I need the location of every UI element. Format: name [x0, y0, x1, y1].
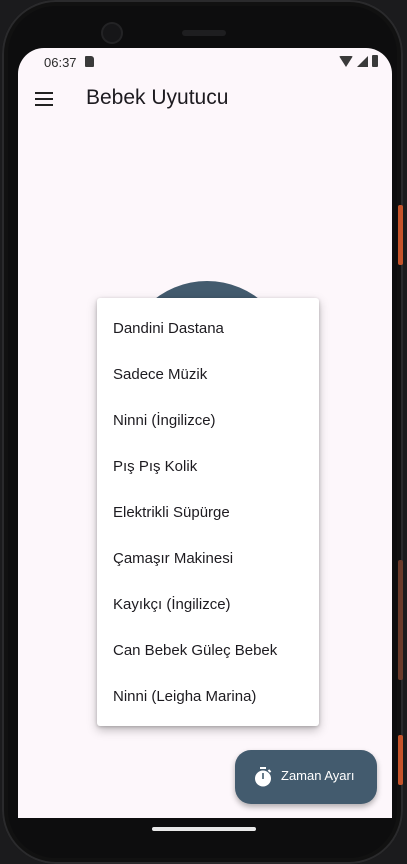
- app-bar: Bebek Uyutucu: [18, 76, 392, 126]
- menu-item-elektrikli-supurge[interactable]: Elektrikli Süpürge: [97, 490, 319, 536]
- home-indicator[interactable]: [152, 827, 256, 831]
- menu-item-dandini-dastana[interactable]: Dandini Dastana: [97, 306, 319, 352]
- sound-dropdown-menu: Dandini Dastana Sadece Müzik Ninni (İngi…: [97, 298, 319, 726]
- timer-button-label: Zaman Ayarı: [281, 768, 355, 783]
- menu-item-kayikci-ingilizce[interactable]: Kayıkçı (İngilizce): [97, 582, 319, 628]
- menu-item-ninni-ingilizce[interactable]: Ninni (İngilizce): [97, 398, 319, 444]
- page-title: Bebek Uyutucu: [86, 86, 229, 109]
- sim-card-icon: [85, 56, 94, 67]
- menu-item-sadece-muzik[interactable]: Sadece Müzik: [97, 352, 319, 398]
- app-screen: 06:37 Bebek Uyutucu Dandini Dastana Sade…: [18, 48, 392, 818]
- status-time: 06:37: [44, 55, 77, 70]
- power-button: [398, 205, 403, 265]
- volume-button-lower: [398, 735, 403, 785]
- wifi-icon: [339, 55, 353, 67]
- phone-frame: 06:37 Bebek Uyutucu Dandini Dastana Sade…: [2, 0, 403, 864]
- status-bar: 06:37: [18, 48, 392, 76]
- menu-item-can-bebek-gulec-bebek[interactable]: Can Bebek Güleç Bebek: [97, 628, 319, 674]
- battery-icon: [372, 55, 378, 67]
- menu-item-pis-pis-kolik[interactable]: Pış Pış Kolik: [97, 444, 319, 490]
- timer-settings-button[interactable]: Zaman Ayarı: [235, 750, 377, 804]
- hamburger-menu-icon[interactable]: [35, 92, 53, 106]
- volume-button: [398, 560, 403, 680]
- front-camera-icon: [103, 24, 121, 42]
- signal-icon: [357, 55, 368, 67]
- camera-bar: [2, 18, 403, 44]
- timer-icon: [255, 767, 272, 787]
- menu-item-camasir-makinesi[interactable]: Çamaşır Makinesi: [97, 536, 319, 582]
- menu-item-ninni-leigha-marina[interactable]: Ninni (Leigha Marina): [97, 674, 319, 720]
- status-icons: [339, 55, 378, 67]
- earpiece-speaker: [182, 30, 226, 36]
